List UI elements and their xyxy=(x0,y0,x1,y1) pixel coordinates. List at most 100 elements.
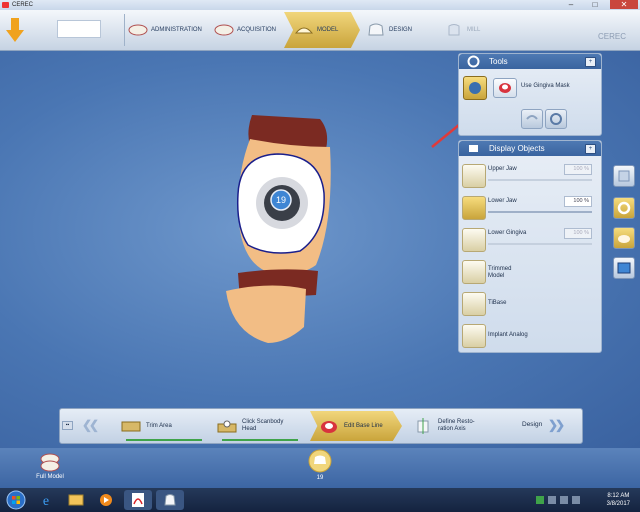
phase-label: DESIGN xyxy=(389,27,413,33)
patient-name-field[interactable] xyxy=(57,20,101,38)
window-title: CEREC xyxy=(12,2,34,8)
phase-mill[interactable]: MILL xyxy=(444,12,494,48)
opacity-slider[interactable] xyxy=(488,243,592,245)
step-bar-toggle[interactable]: ▪▪ xyxy=(62,421,73,430)
minimize-button[interactable]: – xyxy=(560,0,582,9)
gingiva-mask-label: Use Gingiva Mask xyxy=(521,83,570,89)
reset-icon xyxy=(550,113,562,125)
phase-bar: ADMINISTRATION ACQUISITION MODEL DESIGN … xyxy=(0,10,640,51)
flag-icon[interactable] xyxy=(548,496,556,504)
step-define-restoration-axis[interactable]: Define Resto-ration Axis xyxy=(412,411,498,441)
step-label: Define Resto-ration Axis xyxy=(438,419,475,432)
volume-icon[interactable] xyxy=(572,496,580,504)
full-model-label: Full Model xyxy=(36,474,64,480)
phase-administration[interactable]: ADMINISTRATION xyxy=(128,12,210,48)
jaw-base xyxy=(226,285,306,343)
display-objects-panel: Display Objects + Upper Jaw 100 % Lower … xyxy=(458,140,602,353)
display-objects-header: Display Objects + xyxy=(459,141,601,156)
trimmed-model-icon[interactable] xyxy=(462,260,486,284)
gingiva-mask-icon xyxy=(499,83,511,93)
edit-base-line-icon xyxy=(321,421,337,433)
full-model-button[interactable]: Full Model xyxy=(30,452,70,486)
step-bar: ▪▪ ❮❮ Trim Area Click Scanbody Head Edit… xyxy=(59,408,583,444)
phase-acquisition[interactable]: ACQUISITION xyxy=(214,12,284,48)
previous-steps-icon[interactable]: ❮❮ xyxy=(82,418,99,432)
crown-icon xyxy=(368,23,384,36)
lower-gingiva-icon[interactable] xyxy=(462,228,486,252)
phase-label: MODEL xyxy=(317,27,339,33)
step-edit-base-line[interactable]: Edit Base Line xyxy=(310,411,402,441)
tibase-icon[interactable] xyxy=(462,292,486,316)
full-model-icon xyxy=(40,453,60,472)
step-progress xyxy=(126,439,202,441)
opacity-field[interactable]: 100 % xyxy=(564,196,592,207)
network-icon[interactable] xyxy=(560,496,568,504)
pin-icon[interactable]: + xyxy=(585,57,596,67)
display-object-label: Upper Jaw xyxy=(488,166,517,172)
upper-jaw-icon[interactable] xyxy=(462,164,486,188)
restoration-19-button[interactable]: 19 xyxy=(305,448,335,486)
model-view-button[interactable] xyxy=(613,227,635,249)
model-icon xyxy=(294,27,314,34)
window-titlebar: CEREC – □ ✕ xyxy=(0,0,640,10)
dentition-icon xyxy=(128,24,148,36)
tray-icon[interactable] xyxy=(536,496,544,504)
file-explorer-icon[interactable] xyxy=(62,490,90,510)
cerec-app-icon[interactable] xyxy=(156,490,184,510)
undo-icon xyxy=(526,115,538,120)
pin-icon[interactable]: + xyxy=(585,144,596,154)
undo-button[interactable] xyxy=(521,109,543,129)
opacity-field[interactable]: 100 % xyxy=(564,228,592,239)
restoration-label: 19 xyxy=(316,475,324,481)
display-objects-icon xyxy=(469,145,478,152)
screenshot-button[interactable] xyxy=(613,257,635,279)
step-progress xyxy=(222,439,298,441)
display-object-upper-jaw[interactable]: Upper Jaw 100 % xyxy=(459,161,600,191)
model-tool-button[interactable] xyxy=(463,76,487,100)
phase-model[interactable]: MODEL xyxy=(284,12,360,48)
view-cube-button[interactable] xyxy=(613,165,635,187)
implant-analog-icon[interactable] xyxy=(462,324,486,348)
taskbar-clock[interactable]: 8:12 AM 3/8/2017 xyxy=(607,492,630,508)
phase-design[interactable]: DESIGN xyxy=(366,12,424,48)
ring-tool-button[interactable] xyxy=(613,197,635,219)
media-player-icon[interactable] xyxy=(92,490,120,510)
display-object-lower-gingiva[interactable]: Lower Gingiva 100 % xyxy=(459,225,600,255)
internet-explorer-icon[interactable]: e xyxy=(32,490,60,510)
tooth-number-text: 19 xyxy=(276,195,286,205)
phase-label: MILL xyxy=(467,27,481,33)
step-click-scanbody-head[interactable]: Click Scanbody Head xyxy=(216,411,304,441)
display-object-label: Lower Jaw xyxy=(488,198,517,204)
phase-label: ACQUISITION xyxy=(237,27,277,33)
maximize-button[interactable]: □ xyxy=(584,0,606,9)
ring-icon xyxy=(617,201,631,215)
tools-panel-header: Tools + xyxy=(459,54,601,69)
next-step-icon[interactable]: ❯❯ xyxy=(548,418,565,432)
app-icon xyxy=(2,2,9,8)
display-object-tibase[interactable]: TiBase xyxy=(459,289,600,319)
close-button[interactable]: ✕ xyxy=(610,0,638,9)
next-phase-label[interactable]: Design xyxy=(522,421,542,428)
display-object-trimmed-model[interactable]: Trimmed Model xyxy=(459,257,600,287)
step-trim-area[interactable]: Trim Area xyxy=(120,411,208,441)
display-object-implant-analog[interactable]: Implant Analog xyxy=(459,321,600,351)
lower-jaw-icon[interactable] xyxy=(462,196,486,220)
display-object-label: Implant Analog xyxy=(488,332,528,338)
opacity-slider[interactable] xyxy=(488,211,592,213)
step-label: Edit Base Line xyxy=(344,423,383,429)
picture-icon xyxy=(617,262,631,274)
trim-area-icon xyxy=(121,421,141,432)
pdf-reader-icon[interactable] xyxy=(124,490,152,510)
brand-label: CEREC xyxy=(597,32,626,41)
display-object-lower-jaw[interactable]: Lower Jaw 100 % xyxy=(459,193,600,223)
model-viewport[interactable]: 19 Tools + Use Gingiva Mask Display Obje… xyxy=(0,51,640,448)
reset-button[interactable] xyxy=(545,109,567,129)
opacity-slider[interactable] xyxy=(488,179,592,181)
opacity-field[interactable]: 100 % xyxy=(564,164,592,175)
teeth-icon xyxy=(214,24,234,36)
back-arrow-icon[interactable] xyxy=(4,16,26,44)
bottom-strip: Full Model 19 xyxy=(0,448,640,488)
tools-title: Tools xyxy=(489,57,508,66)
start-button-icon[interactable] xyxy=(2,490,30,510)
gingiva-mask-button[interactable] xyxy=(493,78,517,98)
